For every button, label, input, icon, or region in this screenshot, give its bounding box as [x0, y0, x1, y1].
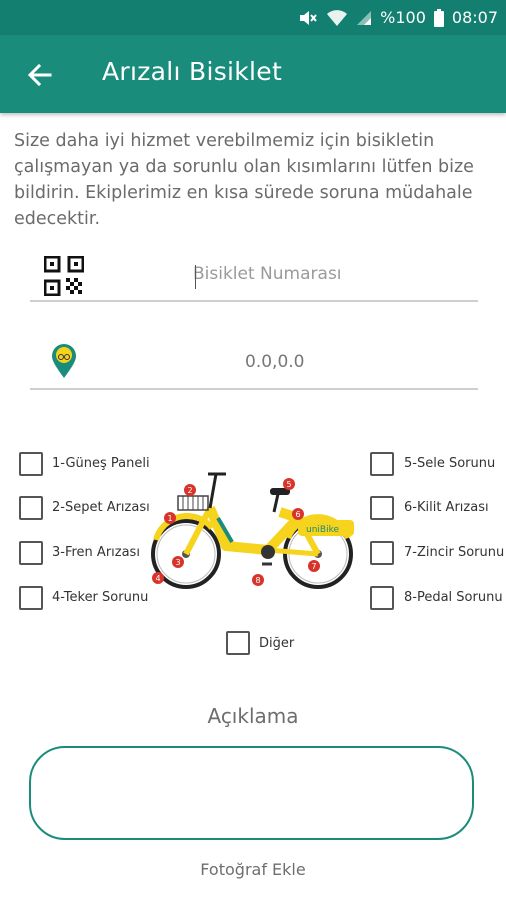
marker-4: 4	[152, 572, 164, 584]
label-wheel: 4-Teker Sorunu	[52, 590, 149, 605]
app-bar: Arızalı Bisiklet	[0, 35, 506, 113]
label-other: Diğer	[259, 636, 295, 651]
battery-percent: %100	[380, 8, 426, 27]
mute-icon	[298, 9, 318, 27]
marker-1: 1	[164, 512, 176, 524]
svg-text:2: 2	[188, 486, 193, 495]
description-title: Açıklama	[207, 704, 299, 728]
svg-text:5: 5	[287, 480, 292, 489]
description-input[interactable]	[29, 746, 474, 840]
label-basket: 2-Sepet Arızası	[52, 500, 150, 515]
location-underline	[30, 388, 478, 390]
svg-text:3: 3	[176, 558, 181, 567]
intro-text: Size daha iyi hizmet verebilmemiz için b…	[14, 131, 474, 229]
wifi-icon	[326, 9, 348, 27]
qr-code-icon[interactable]	[43, 255, 85, 297]
checkbox-pedal[interactable]	[370, 586, 394, 610]
marker-2: 2	[184, 484, 196, 496]
checkbox-wheel[interactable]	[19, 586, 43, 610]
checkbox-basket[interactable]	[19, 496, 43, 520]
location-pin-icon	[50, 343, 78, 379]
checkbox-other[interactable]	[226, 631, 250, 655]
svg-text:7: 7	[312, 562, 317, 571]
label-lock: 6-Kilit Arızası	[404, 500, 489, 515]
checkbox-seat[interactable]	[370, 452, 394, 476]
label-seat: 5-Sele Sorunu	[404, 456, 496, 471]
add-photo-button[interactable]: Fotoğraf Ekle	[0, 860, 506, 879]
marker-8: 8	[252, 574, 264, 586]
battery-icon	[433, 8, 444, 27]
page-title: Arızalı Bisiklet	[102, 57, 283, 86]
signal-icon	[356, 10, 372, 26]
checkbox-brake[interactable]	[19, 541, 43, 565]
arrow-back-icon	[27, 63, 52, 87]
label-brake: 3-Fren Arızası	[52, 545, 140, 560]
svg-text:6: 6	[296, 510, 301, 519]
marker-6: 6	[292, 508, 304, 520]
bike-number-input[interactable]	[193, 264, 463, 284]
marker-7: 7	[308, 560, 320, 572]
text-cursor	[195, 265, 196, 289]
checkbox-chain[interactable]	[370, 541, 394, 565]
label-solar-panel: 1-Güneş Paneli	[52, 456, 150, 471]
location-value: 0.0,0.0	[245, 352, 305, 372]
checkbox-lock[interactable]	[370, 496, 394, 520]
marker-3: 3	[172, 556, 184, 568]
label-pedal: 8-Pedal Sorunu	[404, 590, 503, 605]
clock: 08:07	[451, 8, 498, 27]
label-chain: 7-Zincir Sorunu	[404, 545, 505, 560]
bike-illustration: uniBike 1 2 3 4 5 6 7 8	[148, 468, 360, 592]
checkbox-solar-panel[interactable]	[19, 452, 43, 476]
svg-text:1: 1	[168, 514, 173, 523]
svg-text:8: 8	[256, 576, 261, 585]
bike-brand-logo: uniBike	[306, 525, 339, 535]
bike-number-underline	[30, 300, 478, 302]
status-bar: %100 08:07	[0, 0, 506, 35]
back-button[interactable]	[24, 59, 56, 91]
marker-5: 5	[283, 478, 295, 490]
svg-text:4: 4	[156, 574, 161, 583]
